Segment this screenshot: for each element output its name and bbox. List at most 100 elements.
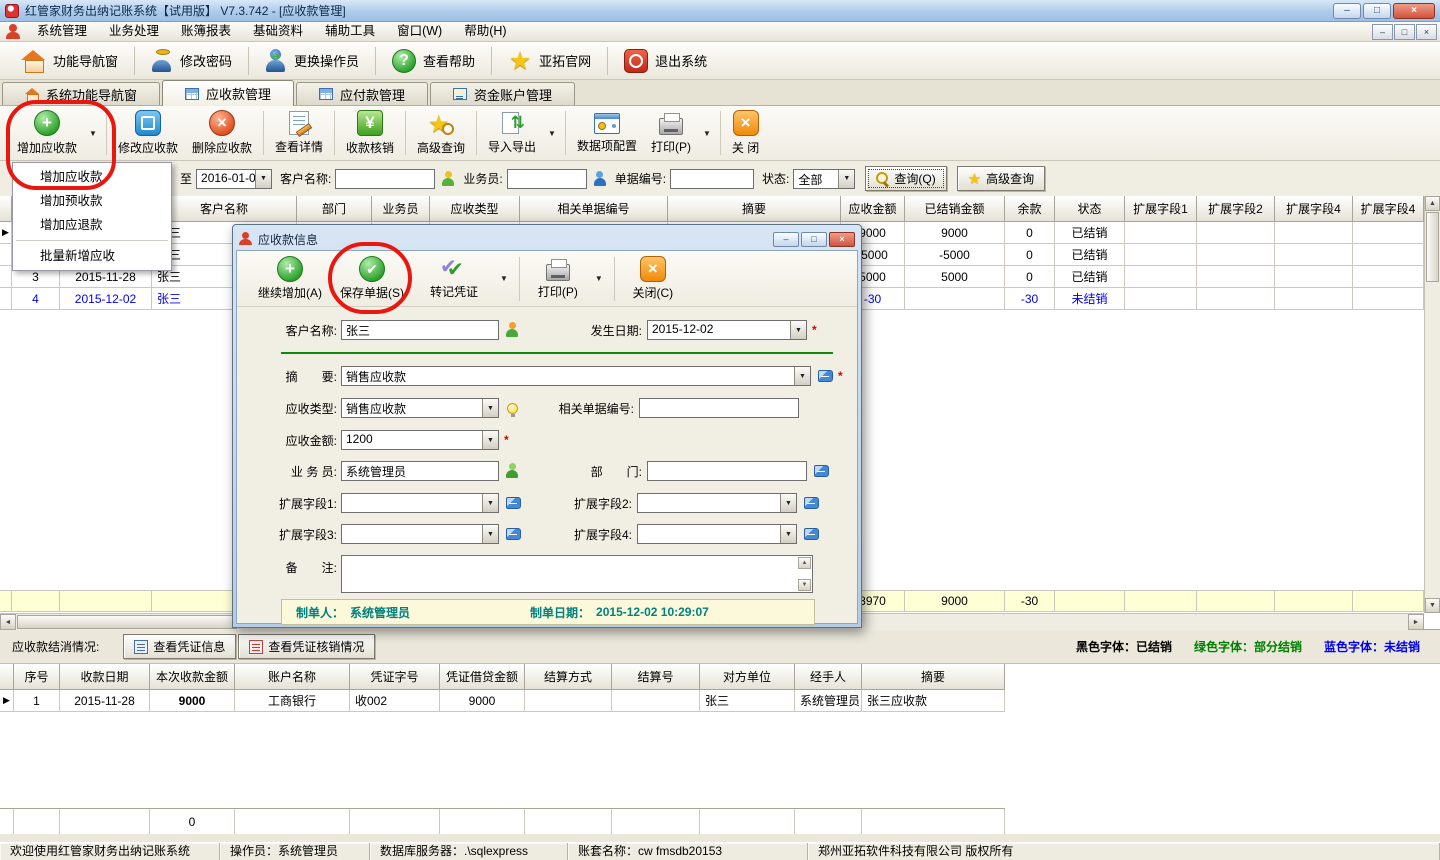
header-cell[interactable]: 余款 [1005,196,1055,222]
menu-item-batch-add[interactable]: 批量新增应收 [13,244,171,268]
scroll-down-icon[interactable]: ▼ [1425,598,1440,613]
dialog-close-button[interactable]: × [829,232,855,247]
ext1-combo[interactable]: ▼ [341,493,499,513]
minimize-button[interactable]: – [1333,3,1361,19]
tab-receivables[interactable]: 应收款管理 [162,80,294,106]
ext4-combo[interactable]: ▼ [637,524,797,544]
header-cell[interactable]: 经手人 [795,664,862,690]
type-combo[interactable]: 销售应收款 ▼ [341,398,499,418]
vertical-scrollbar[interactable]: ▲ ▼ [1424,196,1440,613]
mdi-minimize-button[interactable]: – [1372,24,1393,40]
summary-combo[interactable]: 销售应收款 ▼ [341,366,811,386]
change-password-button[interactable]: 修改密码 [138,46,245,76]
customer-filter-input[interactable] [335,169,435,189]
delete-receivable-button[interactable]: × 删除应收款 [185,109,259,157]
header-cell[interactable]: 对方单位 [700,664,795,690]
chevron-down-icon[interactable]: ▼ [794,367,810,385]
header-cell[interactable]: 客户名称 [152,196,297,222]
exit-button[interactable]: 退出系统 [611,46,720,76]
writeoff-button[interactable]: ¥ 收款核销 [339,109,401,157]
header-cell[interactable]: 结算号 [612,664,700,690]
menu-help[interactable]: 帮助(H) [453,22,517,41]
scrollbar-thumb[interactable] [17,615,237,629]
advanced-query-button[interactable]: ★ 高级查询 [410,109,472,157]
chevron-down-icon[interactable]: ▼ [838,170,854,188]
data-config-button[interactable]: 数据项配置 [570,112,644,155]
salesman-filter-input[interactable] [507,169,587,189]
chevron-down-icon[interactable]: ▼ [790,321,806,339]
header-cell[interactable]: 扩展字段1 [1125,196,1197,222]
print-button[interactable]: 打印(P) [644,111,698,156]
scroll-up-icon[interactable]: ▲ [798,557,811,569]
header-cell[interactable]: 状态 [1055,196,1125,222]
close-button[interactable]: × [1393,3,1435,19]
transfer-voucher-button[interactable]: ✔✔ 转记凭证 [413,257,495,300]
view-writeoff-button[interactable]: 查看凭证核销情况 [238,634,375,659]
menu-item-add-refund[interactable]: 增加应退款 [13,213,171,237]
switch-operator-button[interactable]: 更换操作员 [252,46,372,76]
salesman-picker-icon[interactable] [505,463,519,479]
customer-picker-icon[interactable] [505,322,519,338]
tab-accounts[interactable]: 资金账户管理 [430,82,575,105]
print-dropdown-arrow-icon[interactable]: ▼ [698,129,716,138]
chevron-down-icon[interactable]: ▼ [482,431,498,449]
import-export-button[interactable]: 导入导出 [481,110,543,156]
chevron-down-icon[interactable]: ▼ [255,170,271,188]
nav-window-button[interactable]: 功能导航窗 [8,47,131,75]
customer-picker-icon[interactable] [441,171,455,187]
mdi-restore-button[interactable]: □ [1394,24,1415,40]
advanced-query-bar-button[interactable]: ★ 高级查询 [957,166,1045,191]
book-picker-icon[interactable] [506,497,521,509]
menu-business[interactable]: 业务处理 [98,22,170,41]
transfer-dropdown-arrow-icon[interactable]: ▼ [495,274,513,283]
modify-receivable-button[interactable]: 修改应收款 [111,109,185,157]
menu-item-add-prereceipt[interactable]: 增加预收款 [13,189,171,213]
chevron-down-icon[interactable]: ▼ [482,494,498,512]
book-picker-icon[interactable] [506,528,521,540]
header-cell[interactable]: 相关单据编号 [520,196,668,222]
amount-combo[interactable]: 1200 ▼ [341,430,499,450]
maximize-button[interactable]: □ [1363,3,1391,19]
book-picker-icon[interactable] [804,497,819,509]
scroll-up-icon[interactable]: ▲ [1425,196,1440,211]
dept-input[interactable] [647,461,807,481]
print-dropdown-arrow-icon[interactable]: ▼ [590,274,608,283]
header-cell[interactable]: 业务员 [372,196,430,222]
header-cell[interactable]: 扩展字段4 [1353,196,1424,222]
dialog-close-action-button[interactable]: × 关闭(C) [621,256,685,301]
header-cell[interactable]: 已结销金额 [905,196,1005,222]
ext3-combo[interactable]: ▼ [341,524,499,544]
header-cell[interactable]: 扩展字段2 [1197,196,1275,222]
menu-tools[interactable]: 辅助工具 [314,22,386,41]
query-button[interactable]: 查询(Q) [865,166,946,191]
salesman-picker-icon[interactable] [593,171,607,187]
status-combo[interactable]: 全部 ▼ [793,169,855,189]
book-picker-icon[interactable] [814,465,829,477]
header-cell[interactable]: 结算方式 [525,664,612,690]
help-button[interactable]: ? 查看帮助 [379,46,488,76]
header-cell[interactable]: 收款日期 [60,664,150,690]
header-cell[interactable]: 序号 [14,664,60,690]
menu-base-data[interactable]: 基础资料 [242,22,314,41]
chevron-down-icon[interactable]: ▼ [780,494,796,512]
continue-add-button[interactable]: + 继续增加(A) [249,256,331,301]
dialog-print-button[interactable]: 打印(P) [526,258,590,300]
salesman-input[interactable]: 系统管理员 [341,461,499,481]
close-tab-button[interactable]: × 关 闭 [725,109,766,157]
occur-date-combo[interactable]: 2015-12-02 ▼ [647,320,807,340]
scroll-down-icon[interactable]: ▼ [798,579,811,591]
menu-system[interactable]: 系统管理 [26,22,98,41]
scrollbar-thumb[interactable] [1426,212,1439,282]
website-button[interactable]: ★ 亚拓官网 [495,46,604,76]
related-doc-input[interactable] [639,398,799,418]
header-cell[interactable]: 账户名称 [235,664,350,690]
dialog-title-bar[interactable]: 应收款信息 – □ × [236,228,858,250]
menu-reports[interactable]: 账簿报表 [170,22,242,41]
chevron-down-icon[interactable]: ▼ [482,525,498,543]
header-cell[interactable]: 应收金额 [841,196,905,222]
docno-filter-input[interactable] [670,169,754,189]
mdi-close-button[interactable]: × [1416,24,1437,40]
header-cell[interactable]: 部门 [297,196,372,222]
dialog-maximize-button[interactable]: □ [801,232,827,247]
header-cell[interactable]: 本次收款金额 [150,664,235,690]
